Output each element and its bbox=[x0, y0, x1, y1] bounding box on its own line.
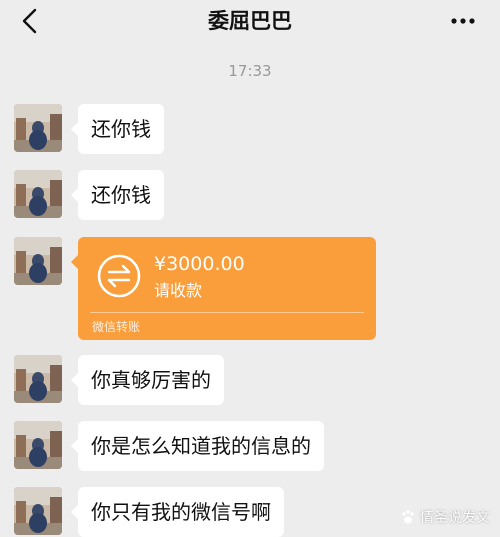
more-button[interactable] bbox=[446, 4, 480, 38]
avatar-image bbox=[14, 421, 62, 469]
avatar[interactable] bbox=[14, 104, 62, 152]
message-timestamp: 17:33 bbox=[228, 62, 272, 80]
watermark-text: 情圣说发文 bbox=[420, 510, 490, 526]
avatar[interactable] bbox=[14, 170, 62, 218]
avatar[interactable] bbox=[14, 421, 62, 469]
more-horizontal-icon bbox=[451, 18, 475, 24]
avatar[interactable] bbox=[14, 355, 62, 403]
watermark: 情圣说发文 bbox=[400, 507, 490, 527]
chat-title: 委屈巴巴 bbox=[208, 9, 292, 33]
top-bar: 委屈巴巴 bbox=[0, 0, 500, 46]
transfer-card[interactable]: ¥3000.00 请收款 微信转账 bbox=[71, 237, 376, 340]
avatar[interactable] bbox=[14, 487, 62, 535]
transfer-footer-label: 微信转账 bbox=[92, 320, 141, 334]
message-bubble[interactable]: 你是怎么知道我的信息的 bbox=[71, 421, 324, 471]
avatar-image bbox=[14, 355, 62, 403]
message-bubble[interactable]: 你只有我的微信号啊 bbox=[71, 487, 284, 537]
avatar[interactable] bbox=[14, 237, 62, 285]
paw-icon bbox=[402, 510, 414, 524]
transfer-status: 请收款 bbox=[154, 281, 203, 300]
avatar-image bbox=[14, 170, 62, 218]
avatar-image bbox=[14, 237, 62, 285]
transfer-icon bbox=[97, 254, 141, 298]
avatar-image bbox=[14, 104, 62, 152]
transfer-divider bbox=[90, 312, 364, 313]
message-bubble[interactable]: 还你钱 bbox=[71, 104, 164, 154]
avatar-image bbox=[14, 487, 62, 535]
message-bubble[interactable]: 还你钱 bbox=[71, 170, 164, 220]
message-bubble[interactable]: 你真够厉害的 bbox=[71, 355, 224, 405]
transfer-amount: ¥3000.00 bbox=[154, 253, 245, 275]
